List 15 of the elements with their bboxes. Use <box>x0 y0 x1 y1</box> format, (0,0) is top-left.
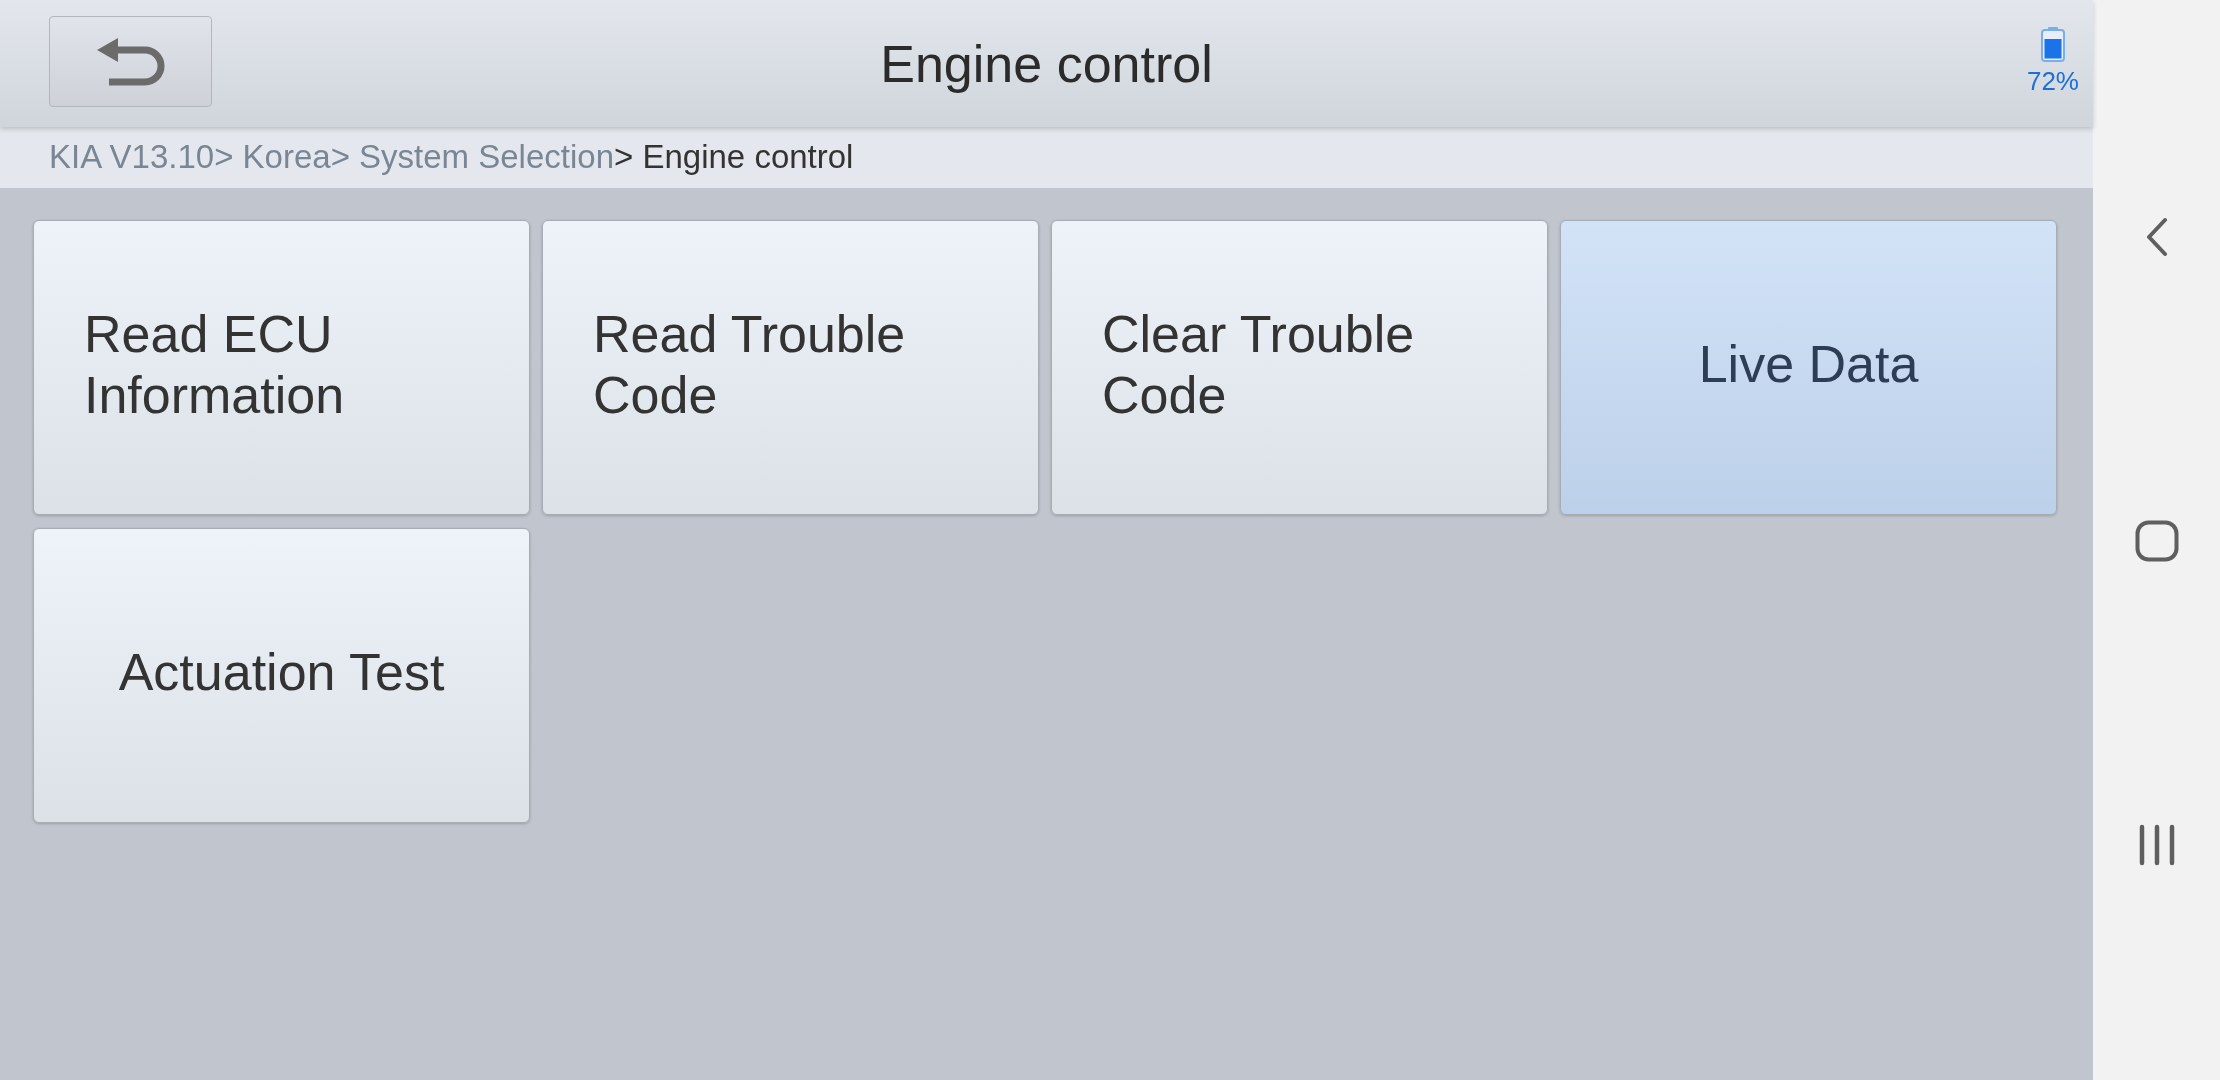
menu-tile[interactable]: Read ECU Information <box>33 220 530 515</box>
menu-tile[interactable]: Live Data <box>1560 220 2057 515</box>
back-button[interactable] <box>49 16 212 107</box>
menu-tile[interactable]: Clear Trouble Code <box>1051 220 1548 515</box>
battery-percentage: 72% <box>2026 67 2079 95</box>
window-title: Engine control <box>880 34 1213 94</box>
back-chevron-icon[interactable] <box>2144 217 2169 257</box>
menu-tile[interactable]: Read Trouble Code <box>542 220 1039 515</box>
return-arrow-icon <box>96 37 165 86</box>
home-icon[interactable] <box>2134 520 2179 562</box>
breadcrumb-path: KIA V13.10> Korea> System Selection <box>49 138 614 175</box>
battery-icon <box>2040 27 2065 62</box>
breadcrumb-current: > Engine control <box>614 138 854 175</box>
recent-apps-icon[interactable] <box>2138 824 2175 866</box>
menu-tile[interactable]: Actuation Test <box>33 528 530 823</box>
